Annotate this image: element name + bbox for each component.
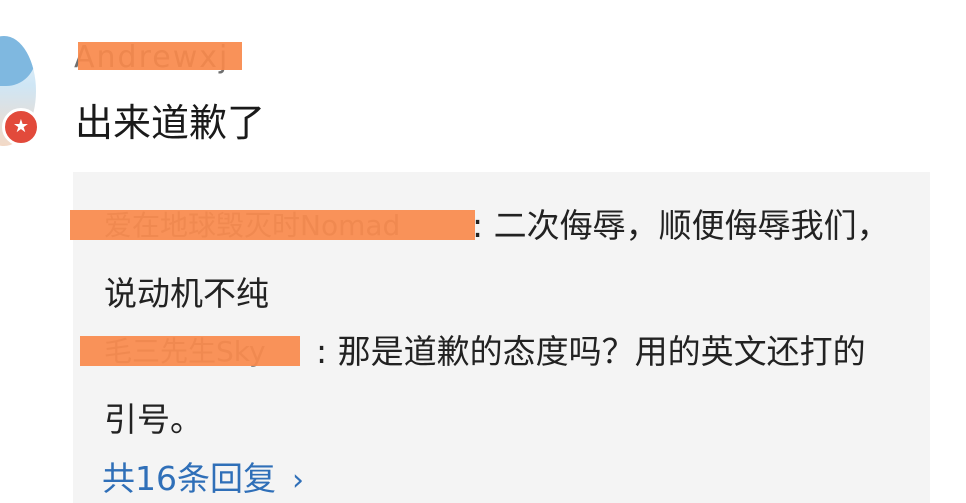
more-replies-link[interactable]: 共16条回复 ›	[102, 452, 304, 500]
avatar-hair	[0, 36, 36, 86]
username-redaction	[78, 42, 242, 70]
comment-text: 出来道歉了	[75, 101, 266, 145]
reply-separator: :	[316, 332, 328, 371]
chevron-right-icon: ›	[292, 463, 304, 498]
verified-badge-icon: ★	[2, 108, 40, 146]
reply-username-redaction	[70, 210, 475, 240]
more-replies-label: 共16条回复	[102, 459, 276, 498]
reply-username-redaction	[80, 336, 300, 366]
